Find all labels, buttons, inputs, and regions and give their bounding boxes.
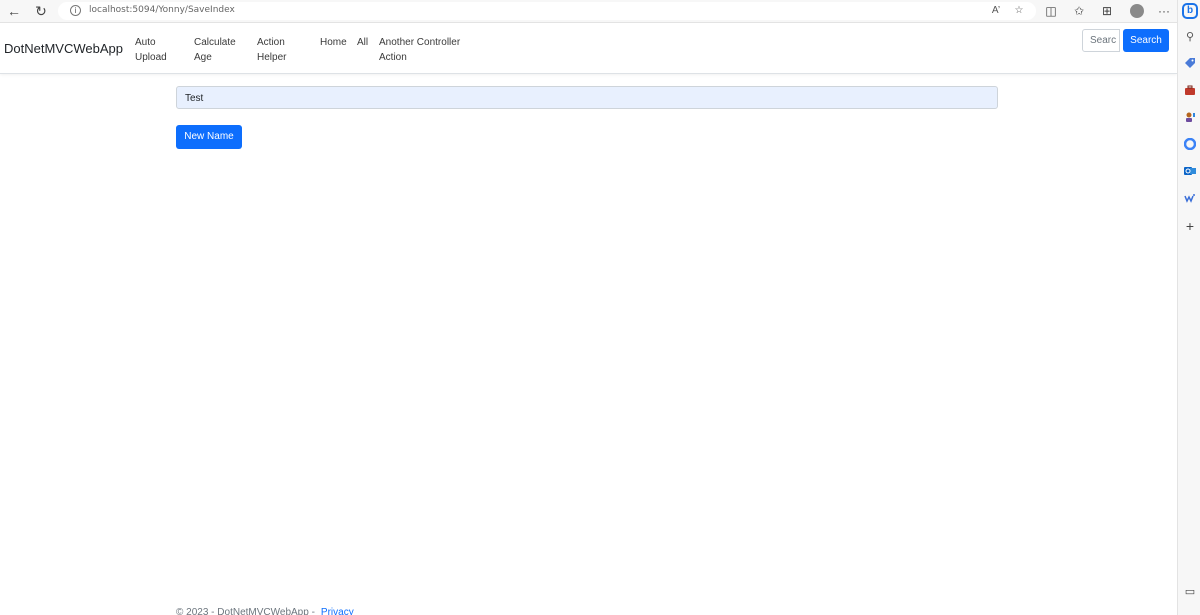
read-aloud-icon[interactable]: A’ xyxy=(988,3,1004,19)
add-icon[interactable]: + xyxy=(1183,219,1197,233)
name-input[interactable]: Test xyxy=(176,86,998,109)
search-button[interactable]: Search xyxy=(1123,29,1169,52)
outlook-icon[interactable] xyxy=(1183,165,1197,179)
microsoft-365-icon[interactable] xyxy=(1183,137,1197,152)
page-viewport: DotNetMVCWebApp Auto Upload Calculate Ag… xyxy=(0,24,1177,615)
sidebar-toggle-icon[interactable]: ▭ xyxy=(1183,585,1197,599)
bing-copilot-icon[interactable]: b xyxy=(1182,3,1198,19)
nav-link-line: Age xyxy=(194,52,212,63)
nav-link-line: Another Controller xyxy=(379,37,461,48)
footer-copyright: © 2023 - DotNetMVCWebApp - xyxy=(176,607,315,615)
profile-avatar-icon[interactable] xyxy=(1130,4,1144,18)
page-footer: © 2023 - DotNetMVCWebApp - Privacy xyxy=(176,607,354,615)
nav-link-line: Helper xyxy=(257,52,287,63)
browser-toolbar: ← ↻ i localhost:5094/Yonny/SaveIndex A’ … xyxy=(0,0,1200,23)
more-menu-icon[interactable]: ··· xyxy=(1154,2,1174,20)
info-icon[interactable]: i xyxy=(70,5,81,16)
shopping-tag-icon[interactable] xyxy=(1183,57,1197,71)
nav-link-action-helper[interactable]: Action Helper xyxy=(257,35,286,65)
nav-link-auto-upload[interactable]: Auto Upload xyxy=(135,35,167,65)
nav-link-line: All xyxy=(357,37,369,48)
nav-link-home[interactable]: Home xyxy=(320,35,347,50)
edge-sidebar: b ⚲ + ▭ xyxy=(1177,0,1200,615)
nav-link-line: Calculate xyxy=(194,37,236,48)
games-icon[interactable] xyxy=(1183,111,1197,125)
nav-link-line: Action xyxy=(379,52,407,63)
favorites-list-icon[interactable]: ✩ xyxy=(1069,2,1089,20)
search-icon[interactable]: ⚲ xyxy=(1183,30,1197,44)
tools-briefcase-icon[interactable] xyxy=(1183,84,1197,98)
new-name-button[interactable]: New Name xyxy=(176,125,242,149)
refresh-icon[interactable]: ↻ xyxy=(31,2,51,20)
brand-link[interactable]: DotNetMVCWebApp xyxy=(4,41,123,56)
privacy-link[interactable]: Privacy xyxy=(321,607,354,615)
split-screen-icon[interactable]: ◫ xyxy=(1041,2,1061,20)
address-bar[interactable]: i localhost:5094/Yonny/SaveIndex A’ ☆ xyxy=(58,2,1036,20)
search-input[interactable]: Searc xyxy=(1082,29,1120,52)
nav-link-line: Home xyxy=(320,37,347,48)
drop-icon[interactable] xyxy=(1183,192,1197,206)
site-navbar: DotNetMVCWebApp Auto Upload Calculate Ag… xyxy=(0,24,1177,74)
nav-link-line: Upload xyxy=(135,52,167,63)
nav-link-line: Action xyxy=(257,37,285,48)
nav-link-line: Auto xyxy=(135,37,156,48)
back-arrow-icon[interactable]: ← xyxy=(4,2,24,20)
address-url[interactable]: localhost:5094/Yonny/SaveIndex xyxy=(89,5,235,15)
nav-link-calculate-age[interactable]: Calculate Age xyxy=(194,35,236,65)
favorite-star-icon[interactable]: ☆ xyxy=(1011,3,1027,19)
nav-link-another-controller-action[interactable]: Another Controller Action xyxy=(379,35,460,65)
collections-icon[interactable]: ⊞ xyxy=(1097,2,1117,20)
nav-link-all[interactable]: All xyxy=(357,35,368,50)
